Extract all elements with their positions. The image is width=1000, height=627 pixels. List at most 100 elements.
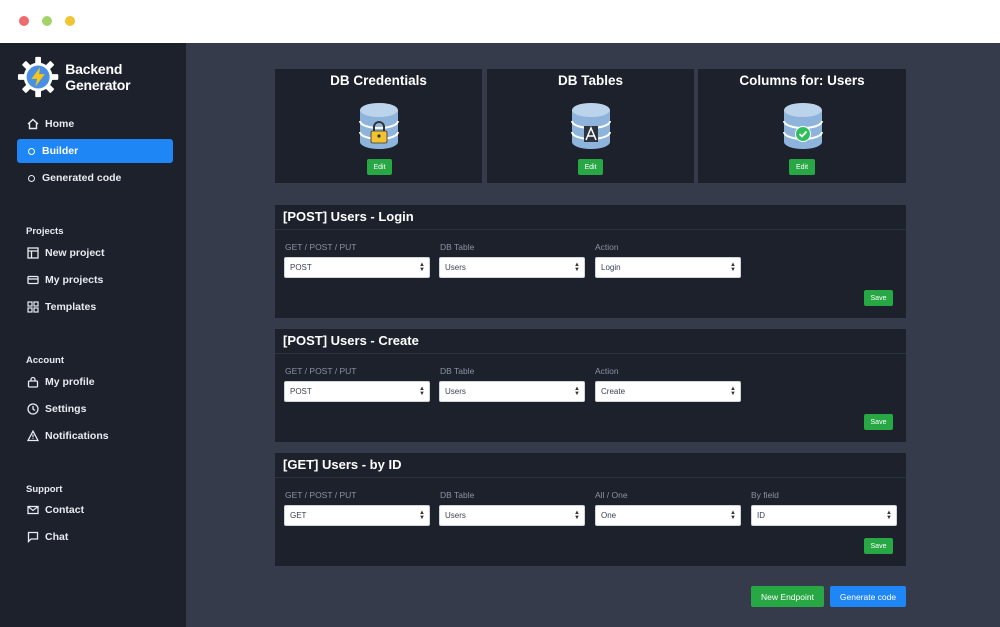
select-value: ID	[757, 511, 765, 520]
select-arrows-icon: ▲▼	[419, 263, 425, 273]
sidebar-item-builder[interactable]: Builder	[17, 139, 173, 163]
db-table-select[interactable]: Users▲▼	[439, 505, 585, 526]
sidebar-item-new-project[interactable]: New project	[17, 241, 173, 265]
app-window: Backend Generator Home Builder Generated…	[0, 43, 1000, 627]
divider	[275, 353, 906, 354]
window-titlebar	[0, 0, 1000, 43]
select-value: POST	[290, 263, 312, 272]
save-button[interactable]: Save	[864, 290, 893, 306]
sidebar-item-my-projects[interactable]: My projects	[17, 268, 173, 292]
lightning-gear-icon	[17, 55, 59, 99]
field-label: GET / POST / PUT	[285, 490, 356, 500]
method-select[interactable]: POST ▲▼	[284, 381, 430, 402]
select-arrows-icon: ▲▼	[419, 511, 425, 521]
card-db-credentials: DB Credentials Edit	[275, 69, 482, 183]
circle-icon	[28, 148, 35, 155]
home-icon	[26, 118, 39, 131]
select-arrows-icon: ▲▼	[574, 263, 580, 273]
user-icon	[26, 376, 39, 389]
select-arrows-icon: ▲▼	[574, 511, 580, 521]
card-columns-users: Columns for: Users Edit	[698, 69, 906, 183]
select-arrows-icon: ▲▼	[886, 511, 892, 521]
all-one-select[interactable]: One▲▼	[595, 505, 741, 526]
window-maximize-dot[interactable]	[65, 16, 75, 26]
divider	[275, 477, 906, 478]
card-title: DB Credentials	[275, 73, 482, 88]
endpoint-title: [GET] Users - by ID	[283, 457, 401, 472]
select-arrows-icon: ▲▼	[419, 387, 425, 397]
card-icon	[26, 274, 39, 287]
sidebar-item-label: My profile	[45, 376, 95, 388]
endpoint-title: [POST] Users - Create	[283, 333, 419, 348]
chat-icon	[26, 531, 39, 544]
select-arrows-icon: ▲▼	[574, 387, 580, 397]
field-label: GET / POST / PUT	[285, 366, 356, 376]
sidebar-item-templates[interactable]: Templates	[17, 295, 173, 319]
sidebar-item-notifications[interactable]: Notifications	[17, 424, 173, 448]
database-check-icon	[782, 102, 824, 152]
select-value: POST	[290, 387, 312, 396]
warning-icon	[26, 430, 39, 443]
section-title-account: Account	[26, 355, 64, 366]
select-value: Users	[445, 387, 466, 396]
select-arrows-icon: ▲▼	[730, 387, 736, 397]
action-select[interactable]: Create ▲▼	[595, 381, 741, 402]
select-value: GET	[290, 511, 306, 520]
by-field-select[interactable]: ID ▲▼	[751, 505, 897, 526]
sidebar-item-label: Templates	[45, 301, 96, 313]
sidebar-item-settings[interactable]: Settings	[17, 397, 173, 421]
layout-icon	[26, 247, 39, 260]
generate-code-button[interactable]: Generate code	[830, 586, 906, 607]
sidebar-item-label: Contact	[45, 504, 84, 516]
save-button[interactable]: Save	[864, 538, 893, 554]
database-lock-icon	[358, 102, 400, 152]
sidebar-item-chat[interactable]: Chat	[17, 525, 173, 549]
select-value: Login	[601, 263, 621, 272]
db-table-select[interactable]: Users ▲▼	[439, 381, 585, 402]
sidebar-item-my-profile[interactable]: My profile	[17, 370, 173, 394]
edit-button[interactable]: Edit	[578, 159, 603, 175]
edit-button[interactable]: Edit	[367, 159, 392, 175]
sidebar-item-label: Generated code	[42, 172, 121, 184]
card-title: DB Tables	[487, 73, 694, 88]
action-select[interactable]: Login ▲▼	[595, 257, 741, 278]
window-close-dot[interactable]	[19, 16, 29, 26]
field-label: All / One	[595, 490, 628, 500]
save-button[interactable]: Save	[864, 414, 893, 430]
method-select[interactable]: GET ▲▼	[284, 505, 430, 526]
sidebar-item-generated-code[interactable]: Generated code	[17, 166, 173, 190]
sidebar: Backend Generator Home Builder Generated…	[0, 43, 186, 627]
divider	[275, 229, 906, 230]
select-value: One	[601, 511, 616, 520]
select-value: Create	[601, 387, 625, 396]
mail-icon	[26, 504, 39, 517]
endpoint-title: [POST] Users - Login	[283, 209, 414, 224]
clock-icon	[26, 403, 39, 416]
section-title-support: Support	[26, 484, 62, 495]
edit-button[interactable]: Edit	[789, 159, 815, 175]
select-arrows-icon: ▲▼	[730, 263, 736, 273]
circle-icon	[28, 175, 35, 182]
field-label: Action	[595, 242, 619, 252]
sidebar-item-contact[interactable]: Contact	[17, 498, 173, 522]
window-minimize-dot[interactable]	[42, 16, 52, 26]
field-label: By field	[751, 490, 779, 500]
sidebar-item-label: Notifications	[45, 430, 109, 442]
sidebar-item-label: Chat	[45, 531, 68, 543]
sidebar-item-label: New project	[45, 247, 105, 259]
field-label: Action	[595, 366, 619, 376]
new-endpoint-button[interactable]: New Endpoint	[751, 586, 824, 607]
endpoint-panel: [POST] Users - Create GET / POST / PUT P…	[275, 329, 906, 442]
field-label: DB Table	[440, 242, 474, 252]
db-table-select[interactable]: Users▲▼	[439, 257, 585, 278]
database-table-icon	[570, 102, 612, 152]
endpoint-panel: [GET] Users - by ID GET / POST / PUT GET…	[275, 453, 906, 566]
sidebar-item-label: My projects	[45, 274, 103, 286]
brand[interactable]: Backend Generator	[17, 55, 186, 99]
brand-name: Backend Generator	[65, 61, 186, 93]
card-db-tables: DB Tables Edit	[487, 69, 694, 183]
method-select[interactable]: POST ▲▼	[284, 257, 430, 278]
section-title-projects: Projects	[26, 226, 64, 237]
endpoint-panel: [POST] Users - Login GET / POST / PUT PO…	[275, 205, 906, 318]
sidebar-item-home[interactable]: Home	[17, 112, 173, 136]
